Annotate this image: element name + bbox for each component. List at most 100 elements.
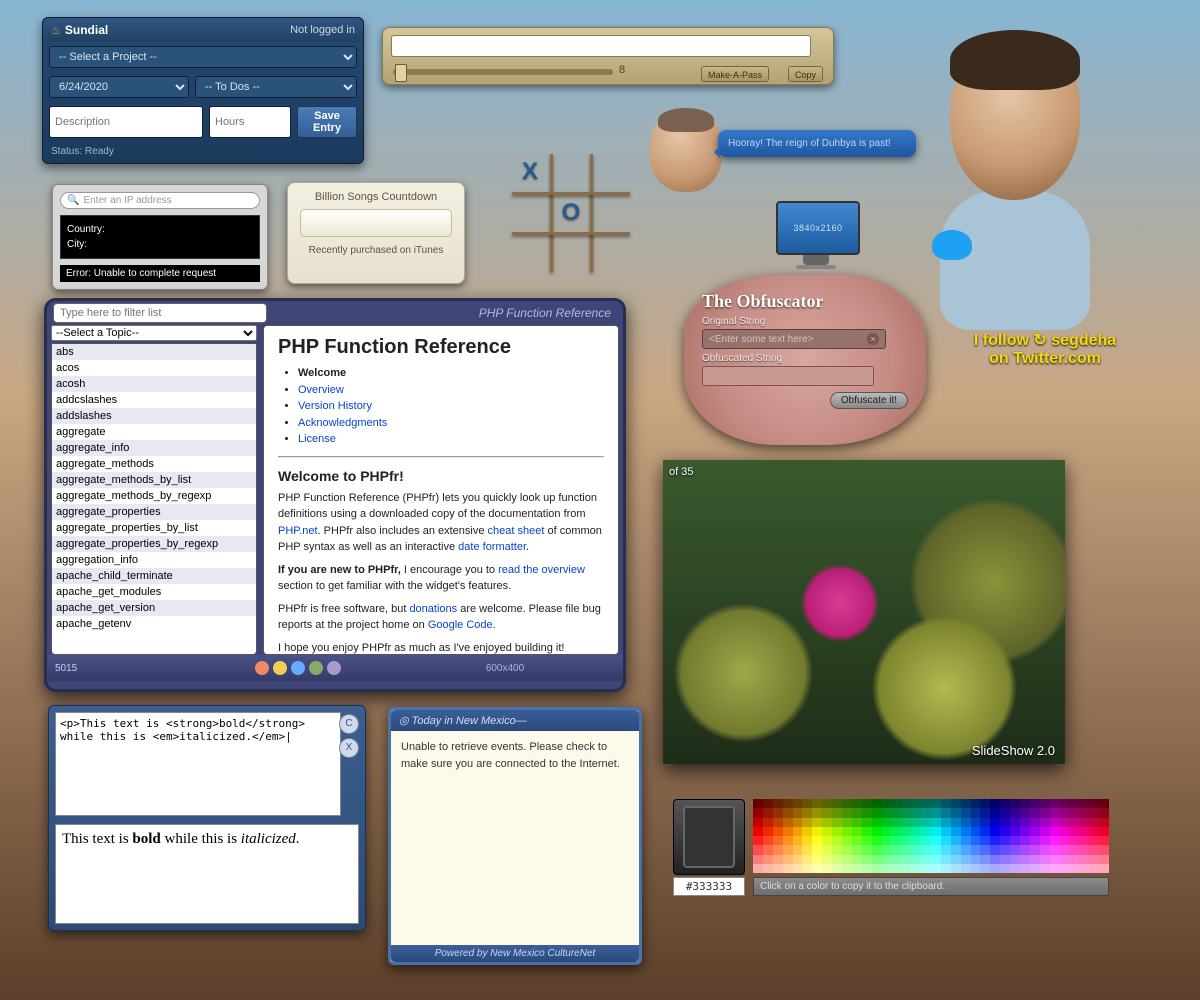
- color-swatch[interactable]: [1069, 808, 1079, 817]
- color-swatch[interactable]: [1000, 845, 1010, 854]
- color-swatch[interactable]: [971, 818, 981, 827]
- phpnet-link[interactable]: PHP.net: [278, 525, 318, 537]
- color-swatch[interactable]: [802, 845, 812, 854]
- color-swatch[interactable]: [753, 799, 763, 808]
- color-swatch[interactable]: [862, 827, 872, 836]
- color-swatch[interactable]: [911, 808, 921, 817]
- color-swatch[interactable]: [901, 836, 911, 845]
- color-swatch[interactable]: [1050, 799, 1060, 808]
- color-swatch[interactable]: [852, 827, 862, 836]
- color-swatch[interactable]: [1060, 845, 1070, 854]
- color-swatch[interactable]: [1079, 808, 1089, 817]
- googlecode-link[interactable]: Google Code: [428, 619, 493, 631]
- color-swatch[interactable]: [842, 808, 852, 817]
- color-swatch[interactable]: [1020, 818, 1030, 827]
- color-swatch[interactable]: [901, 855, 911, 864]
- color-swatch[interactable]: [1069, 799, 1079, 808]
- color-swatch[interactable]: [852, 836, 862, 845]
- hours-input[interactable]: [209, 106, 291, 138]
- color-swatch[interactable]: [852, 799, 862, 808]
- color-swatch[interactable]: [951, 827, 961, 836]
- color-swatch[interactable]: [832, 845, 842, 854]
- color-swatch[interactable]: [1069, 864, 1079, 873]
- color-swatch[interactable]: [921, 827, 931, 836]
- color-swatch[interactable]: [763, 855, 773, 864]
- function-list-item[interactable]: aggregate_methods: [52, 456, 256, 472]
- color-swatch[interactable]: [852, 864, 862, 873]
- ttt-o-mark[interactable]: O: [556, 198, 586, 228]
- color-swatch[interactable]: [980, 855, 990, 864]
- color-swatch[interactable]: [812, 845, 822, 854]
- color-swatch[interactable]: [1060, 827, 1070, 836]
- color-swatch[interactable]: [802, 864, 812, 873]
- color-swatch[interactable]: [1089, 827, 1099, 836]
- color-swatch[interactable]: [891, 808, 901, 817]
- clear-button[interactable]: C: [339, 714, 359, 734]
- color-swatch[interactable]: [971, 864, 981, 873]
- color-swatch[interactable]: [1099, 864, 1109, 873]
- function-list-item[interactable]: apache_child_terminate: [52, 568, 256, 584]
- color-swatch[interactable]: [1089, 836, 1099, 845]
- color-swatch[interactable]: [931, 845, 941, 854]
- color-swatch[interactable]: [1099, 799, 1109, 808]
- color-swatch[interactable]: [1010, 864, 1020, 873]
- color-swatch[interactable]: [773, 818, 783, 827]
- color-swatch[interactable]: [802, 808, 812, 817]
- color-swatch[interactable]: [882, 808, 892, 817]
- color-swatch[interactable]: [901, 799, 911, 808]
- color-swatch[interactable]: [1000, 818, 1010, 827]
- color-swatch[interactable]: [783, 818, 793, 827]
- color-swatch[interactable]: [1050, 827, 1060, 836]
- color-swatch[interactable]: [822, 827, 832, 836]
- color-swatch[interactable]: [773, 808, 783, 817]
- color-swatch[interactable]: [1089, 818, 1099, 827]
- color-swatch[interactable]: [1030, 864, 1040, 873]
- color-swatch[interactable]: [842, 799, 852, 808]
- color-swatch[interactable]: [1089, 808, 1099, 817]
- color-swatch[interactable]: [911, 855, 921, 864]
- color-swatch[interactable]: [971, 836, 981, 845]
- color-swatch[interactable]: [1069, 836, 1079, 845]
- cheatsheet-link[interactable]: cheat sheet: [488, 525, 545, 537]
- function-list-item[interactable]: aggregate_properties_by_regexp: [52, 536, 256, 552]
- color-swatch[interactable]: [980, 864, 990, 873]
- color-swatch[interactable]: [783, 845, 793, 854]
- color-swatch[interactable]: [971, 799, 981, 808]
- color-swatch[interactable]: [911, 864, 921, 873]
- color-swatch[interactable]: [931, 808, 941, 817]
- color-swatch[interactable]: [961, 855, 971, 864]
- color-swatch[interactable]: [852, 808, 862, 817]
- color-swatch[interactable]: [1000, 808, 1010, 817]
- color-swatch[interactable]: [802, 836, 812, 845]
- color-swatch[interactable]: [961, 827, 971, 836]
- color-swatch[interactable]: [753, 845, 763, 854]
- color-swatch[interactable]: [1099, 818, 1109, 827]
- color-swatch[interactable]: [1010, 799, 1020, 808]
- color-swatch[interactable]: [1040, 855, 1050, 864]
- color-swatch[interactable]: [1040, 808, 1050, 817]
- color-swatch[interactable]: [872, 855, 882, 864]
- color-swatch[interactable]: [971, 827, 981, 836]
- color-swatch[interactable]: [1050, 864, 1060, 873]
- color-swatch[interactable]: [773, 827, 783, 836]
- color-swatch[interactable]: [763, 808, 773, 817]
- color-swatch[interactable]: [882, 855, 892, 864]
- color-swatch[interactable]: [951, 808, 961, 817]
- color-swatch[interactable]: [822, 808, 832, 817]
- color-swatch[interactable]: [990, 836, 1000, 845]
- color-swatch[interactable]: [763, 836, 773, 845]
- color-swatch[interactable]: [1010, 818, 1020, 827]
- function-list-item[interactable]: addcslashes: [52, 392, 256, 408]
- color-swatch[interactable]: [793, 836, 803, 845]
- color-swatch[interactable]: [1099, 845, 1109, 854]
- color-swatch[interactable]: [793, 808, 803, 817]
- color-swatch[interactable]: [822, 845, 832, 854]
- color-swatch[interactable]: [802, 799, 812, 808]
- color-swatch[interactable]: [832, 836, 842, 845]
- color-swatch[interactable]: [1010, 855, 1020, 864]
- color-swatch[interactable]: [921, 799, 931, 808]
- ttt-x-mark[interactable]: X: [515, 157, 545, 187]
- color-swatch[interactable]: [891, 864, 901, 873]
- color-swatch[interactable]: [971, 808, 981, 817]
- length-slider-thumb[interactable]: [395, 64, 407, 82]
